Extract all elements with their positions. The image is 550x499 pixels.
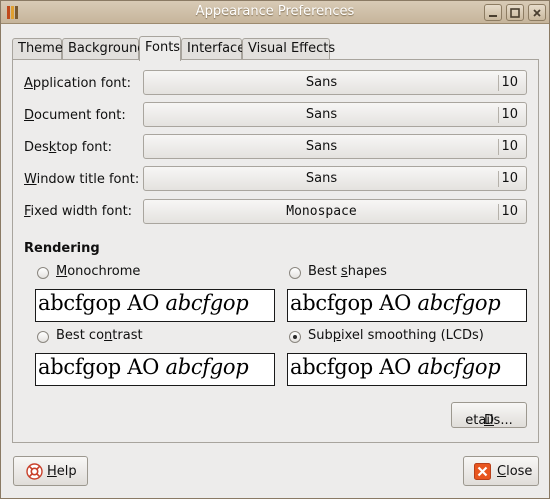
preview-text: abcfgop AO abcfgop [38, 355, 249, 379]
close-label: Close [497, 464, 533, 479]
tab-interface[interactable]: Interface [181, 38, 246, 59]
help-icon [26, 463, 43, 480]
radio-label: Best contrast [56, 328, 143, 343]
radio-label: Monochrome [56, 264, 141, 279]
radio-label: Best shapes [308, 264, 387, 279]
best-shapes-preview[interactable]: abcfgop AO abcfgop [287, 289, 527, 322]
minimize-icon [489, 15, 497, 17]
close-button[interactable]: Close [463, 456, 539, 486]
font-size: 10 [501, 139, 518, 154]
separator [498, 75, 499, 91]
radio-button[interactable] [37, 331, 49, 343]
font-name: Sans [305, 139, 338, 154]
font-name: Monospace [286, 204, 357, 219]
tab-background[interactable]: Background [62, 38, 146, 59]
fixed-width-font-button[interactable]: Monospace 10 [143, 199, 527, 224]
preview-text: abcfgop AO abcfgop [290, 355, 501, 379]
subpixel-smoothing-preview[interactable]: abcfgop AO abcfgop [287, 353, 527, 386]
tab-label: Interface [187, 41, 246, 56]
font-size: 10 [501, 171, 518, 186]
separator [498, 171, 499, 187]
font-name: Sans [305, 107, 338, 122]
help-label: Help [47, 464, 77, 479]
radio-button-checked[interactable] [289, 331, 301, 343]
radio-button[interactable] [37, 267, 49, 279]
preview-text: abcfgop AO abcfgop [38, 291, 249, 315]
tab-label: Background [68, 41, 146, 56]
close-icon [474, 463, 491, 480]
font-size: 10 [501, 204, 518, 219]
maximize-button[interactable] [506, 4, 524, 21]
preview-text: abcfgop AO abcfgop [290, 291, 501, 315]
window-title-font-label: Window title font: [24, 172, 140, 187]
rendering-heading: Rendering [24, 241, 100, 256]
application-font-label: Application font: [24, 76, 132, 91]
minimize-button[interactable] [484, 4, 502, 21]
document-font-label: Document font: [24, 108, 126, 123]
separator [498, 139, 499, 155]
details-button[interactable]: Details... [451, 402, 527, 428]
desktop-font-button[interactable]: Sans 10 [143, 134, 527, 159]
tab-fonts[interactable]: Fonts [139, 36, 181, 61]
title-bar[interactable]: Appearance Preferences [1, 1, 549, 24]
window-title-font-button[interactable]: Sans 10 [143, 166, 527, 191]
separator [498, 107, 499, 123]
appearance-preferences-window: Appearance Preferences Theme Background … [0, 0, 550, 499]
close-window-icon [533, 9, 541, 17]
tab-label: Theme [18, 41, 63, 56]
application-font-button[interactable]: Sans 10 [143, 70, 527, 95]
desktop-font-label: Desktop font: [24, 140, 112, 155]
separator [498, 204, 499, 220]
tab-label: Fonts [145, 40, 181, 55]
tab-label: Visual Effects [248, 41, 336, 56]
tab-theme[interactable]: Theme [12, 38, 63, 59]
font-name: Sans [305, 75, 338, 90]
font-size: 10 [501, 75, 518, 90]
help-button[interactable]: Help [13, 456, 88, 486]
radio-button[interactable] [289, 267, 301, 279]
tab-visual-effects[interactable]: Visual Effects [242, 38, 335, 59]
fixed-width-font-label: Fixed width font: [24, 204, 133, 219]
maximize-icon [510, 8, 520, 18]
monochrome-preview[interactable]: abcfgop AO abcfgop [35, 289, 275, 322]
font-name: Sans [305, 171, 338, 186]
close-window-button[interactable] [528, 4, 546, 21]
document-font-button[interactable]: Sans 10 [143, 102, 527, 127]
radio-label: Subpixel smoothing (LCDs) [308, 328, 484, 343]
font-size: 10 [501, 107, 518, 122]
window-title: Appearance Preferences [195, 4, 355, 19]
best-contrast-preview[interactable]: abcfgop AO abcfgop [35, 353, 275, 386]
